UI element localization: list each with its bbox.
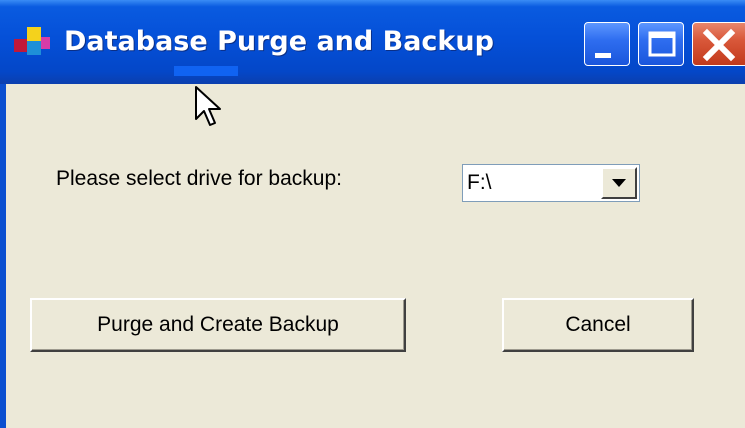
minimize-icon	[595, 53, 611, 58]
drive-select-button[interactable]	[601, 167, 637, 199]
close-icon	[702, 28, 736, 62]
cancel-button[interactable]: Cancel	[502, 298, 694, 352]
mouse-cursor-icon	[195, 86, 221, 126]
dropdown-arrow-icon	[612, 179, 626, 187]
dialog-window: Database Purge and Backup Please select …	[0, 0, 745, 428]
dialog-body	[0, 84, 745, 428]
app-icon	[14, 27, 50, 55]
purge-and-backup-button[interactable]: Purge and Create Backup	[30, 298, 406, 352]
maximize-button[interactable]	[638, 22, 684, 66]
drive-select[interactable]: F:\	[462, 164, 640, 202]
cancel-button-label: Cancel	[565, 313, 631, 336]
focus-marker	[174, 66, 238, 76]
purge-button-label: Purge and Create Backup	[97, 313, 339, 336]
window-title: Database Purge and Backup	[64, 26, 494, 57]
drive-select-value: F:\	[467, 171, 492, 194]
drive-label: Please select drive for backup:	[56, 167, 342, 190]
title-bar[interactable]: Database Purge and Backup	[0, 0, 745, 84]
close-button[interactable]	[692, 22, 745, 66]
maximize-icon	[648, 31, 676, 57]
minimize-button[interactable]	[584, 22, 630, 66]
